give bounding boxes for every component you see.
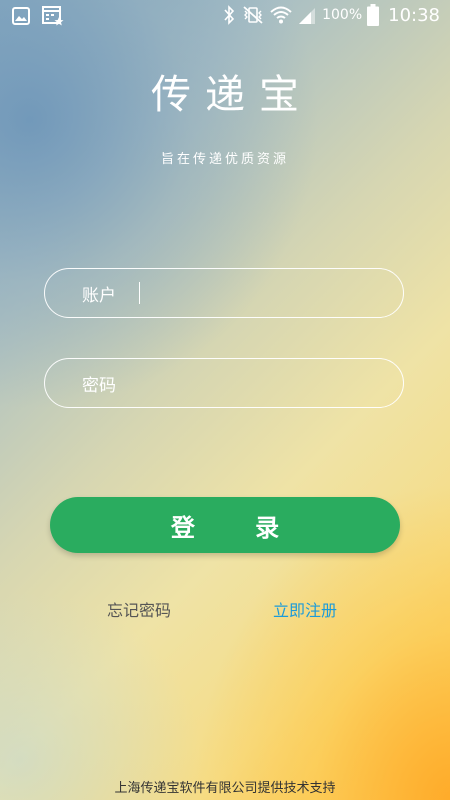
login-screen: 100% 10:38 传递宝 旨在传递优质资源 账户 密码 登 录 忘记密码 立…	[0, 0, 450, 800]
text-cursor	[139, 282, 140, 304]
account-label: 账户	[82, 285, 116, 306]
status-bar-notifications	[12, 6, 64, 30]
password-label: 密码	[82, 375, 116, 396]
login-button[interactable]: 登 录	[50, 497, 400, 553]
bluetooth-icon	[222, 5, 236, 25]
gallery-icon	[12, 7, 30, 29]
status-bar-system: 100% 10:38	[222, 4, 440, 26]
battery-icon	[367, 4, 380, 26]
password-input[interactable]	[137, 359, 391, 409]
clock: 10:38	[388, 4, 440, 26]
account-field[interactable]: 账户	[44, 268, 404, 319]
register-link[interactable]: 立即注册	[273, 597, 337, 621]
signal-icon	[297, 5, 317, 25]
status-bar: 100% 10:38	[0, 0, 450, 32]
footer-credit: 上海传递宝软件有限公司提供技术支持	[114, 781, 336, 796]
password-field[interactable]: 密码	[44, 358, 404, 409]
app-title: 传递宝	[151, 72, 313, 118]
account-input[interactable]	[137, 269, 391, 319]
forgot-password-link[interactable]: 忘记密码	[107, 597, 171, 621]
vibrate-mute-icon	[241, 5, 265, 25]
wifi-icon	[270, 5, 292, 25]
battery-percent: 100%	[322, 7, 363, 23]
app-subtitle: 旨在传递优质资源	[160, 152, 289, 167]
calendar-star-icon	[42, 6, 64, 30]
